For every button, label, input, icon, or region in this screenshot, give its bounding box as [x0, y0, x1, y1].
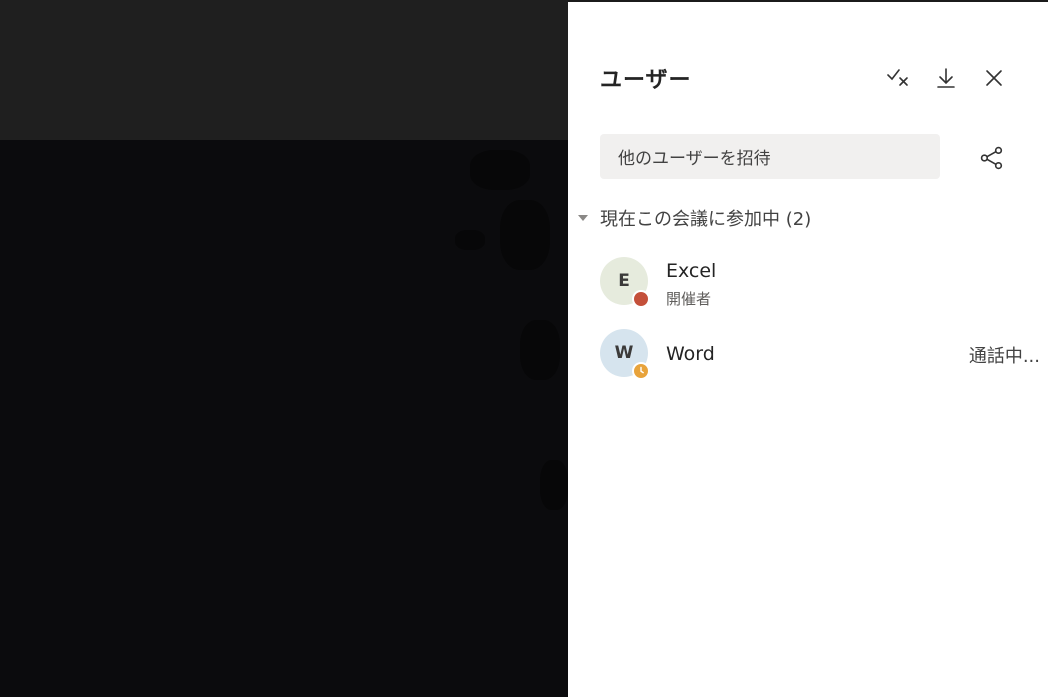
participant-row[interactable]: E Excel 開催者 — [600, 257, 1040, 309]
participant-row[interactable]: W Word 通話中... — [600, 329, 1040, 381]
in-meeting-section-header[interactable]: 現在この会議に参加中 (2) — [576, 205, 811, 231]
share-invite-button[interactable] — [976, 142, 1008, 174]
checkmark-x-icon — [887, 69, 908, 86]
video-top-bar — [0, 0, 568, 140]
close-icon — [986, 70, 1002, 86]
avatar-initial: E — [618, 271, 630, 291]
participant-name: Excel — [666, 260, 717, 282]
participant-name: Word — [666, 343, 715, 365]
presence-busy-icon — [632, 290, 650, 308]
video-stage — [0, 140, 568, 697]
section-label: 現在この会議に参加中 (2) — [600, 209, 812, 230]
presence-away-clock-icon — [632, 362, 650, 380]
panel-title: ユーザー — [600, 68, 692, 93]
meeting-video-area — [0, 0, 568, 697]
close-panel-button[interactable] — [980, 64, 1008, 92]
invite-placeholder: 他のユーザーを招待 — [618, 149, 771, 169]
download-attendance-button[interactable] — [932, 64, 960, 92]
participant-status: 通話中... — [968, 346, 1040, 367]
chevron-down-icon — [578, 215, 588, 221]
participant-role: 開催者 — [666, 290, 712, 308]
download-icon — [937, 68, 955, 88]
invite-search-input[interactable]: 他のユーザーを招待 — [600, 134, 940, 179]
mute-all-button[interactable] — [884, 64, 912, 92]
participants-panel: ユーザー 他のユーザーを招待 現在この会議に参加中 (2) E Excel 開催… — [568, 0, 1048, 697]
share-icon — [980, 146, 1003, 170]
avatar-initial: W — [614, 343, 634, 363]
